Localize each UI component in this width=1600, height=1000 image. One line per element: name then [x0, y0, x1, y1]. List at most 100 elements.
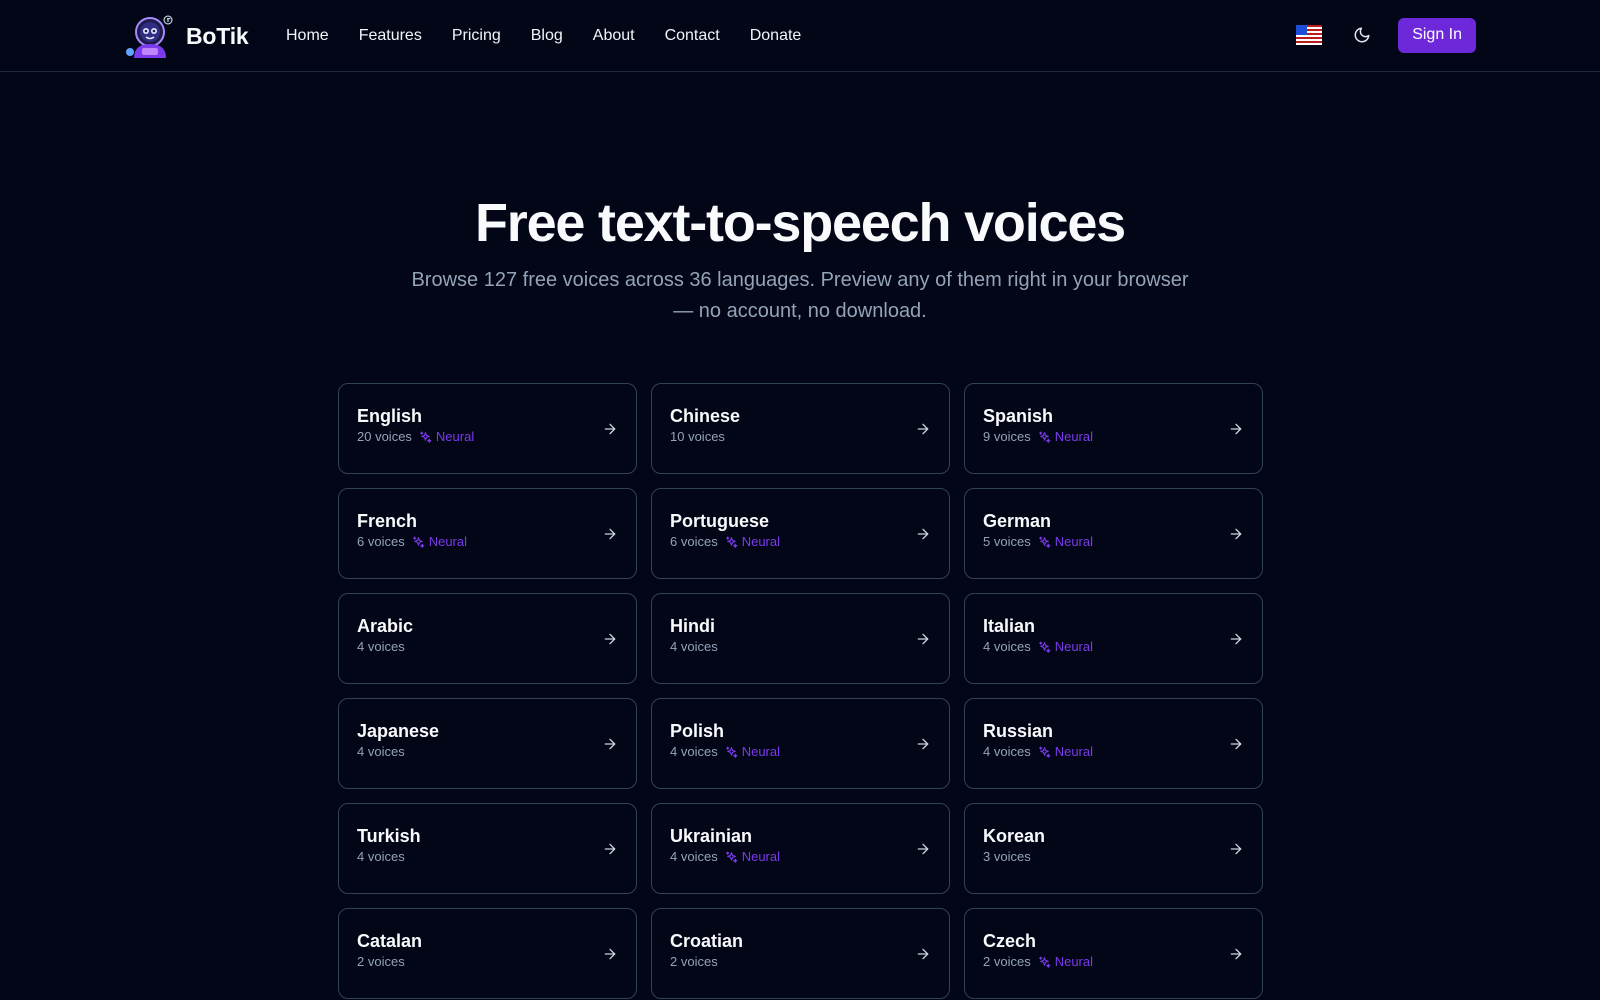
- language-meta: 6 voices Neural: [670, 534, 780, 550]
- language-card-german[interactable]: German 5 voices Neural: [964, 488, 1263, 579]
- voice-count: 6 voices: [357, 534, 405, 549]
- sign-in-button[interactable]: Sign In: [1398, 17, 1476, 53]
- language-meta: 20 voices Neural: [357, 429, 474, 445]
- neural-label: Neural: [741, 744, 780, 759]
- arrow-right-icon: [1230, 633, 1242, 645]
- nav-link-blog[interactable]: Blog: [516, 23, 578, 49]
- arrow-right-icon: [917, 633, 929, 645]
- language-grid: English 20 voices Neural Chinese 10 voices Sp…: [338, 383, 1263, 999]
- voice-count: 3 voices: [983, 849, 1031, 864]
- arrow-right-icon: [1230, 843, 1242, 855]
- neural-label: Neural: [1054, 429, 1093, 444]
- language-card-turkish[interactable]: Turkish 4 voices: [338, 803, 637, 894]
- arrow-right-icon: [1230, 423, 1242, 435]
- language-name: French: [357, 511, 418, 531]
- arrow-right-icon: [604, 528, 616, 540]
- neural-badge: Neural: [725, 849, 780, 865]
- arrow-right-icon: [604, 738, 616, 750]
- voice-count: 4 voices: [983, 744, 1031, 759]
- language-meta: 4 voices Neural: [983, 639, 1093, 655]
- language-card-croatian[interactable]: Croatian 2 voices: [651, 908, 950, 999]
- neural-label: Neural: [741, 849, 780, 864]
- us-flag-icon[interactable]: [1296, 25, 1323, 45]
- page-title: Free text-to-speech voices: [474, 193, 1126, 253]
- sparkles-icon: [725, 536, 738, 548]
- language-name: Italian: [983, 616, 1036, 636]
- language-name: Korean: [983, 826, 1046, 846]
- top-navbar: BoTik Home Features Pricing Blog About C…: [0, 0, 1600, 72]
- arrow-right-icon: [917, 843, 929, 855]
- language-meta: 10 voices: [670, 429, 725, 445]
- nav-link-pricing[interactable]: Pricing: [437, 23, 516, 49]
- neural-badge: Neural: [419, 429, 474, 445]
- language-meta: 2 voices: [670, 954, 718, 970]
- moon-icon: [1354, 27, 1370, 43]
- page-subtitle: Browse 127 free voices across 36 languag…: [411, 269, 1189, 322]
- language-card-japanese[interactable]: Japanese 4 voices: [338, 698, 637, 789]
- language-card-english[interactable]: English 20 voices Neural: [338, 383, 637, 474]
- language-card-russian[interactable]: Russian 4 voices Neural: [964, 698, 1263, 789]
- nav-link-contact[interactable]: Contact: [650, 23, 735, 49]
- language-card-french[interactable]: French 6 voices Neural: [338, 488, 637, 579]
- sparkles-icon: [1038, 746, 1051, 758]
- language-name: Ukrainian: [670, 826, 753, 846]
- language-card-polish[interactable]: Polish 4 voices Neural: [651, 698, 950, 789]
- voice-count: 6 voices: [670, 534, 718, 549]
- neural-badge: Neural: [1038, 429, 1093, 445]
- neural-label: Neural: [435, 429, 475, 444]
- neural-label: Neural: [1054, 954, 1093, 969]
- language-card-spanish[interactable]: Spanish 9 voices Neural: [964, 383, 1263, 474]
- neural-badge: Neural: [1038, 534, 1093, 550]
- voice-count: 2 voices: [670, 954, 718, 969]
- neural-label: Neural: [1054, 534, 1093, 549]
- nav-link-about[interactable]: About: [578, 23, 650, 49]
- theme-toggle-button[interactable]: [1344, 17, 1380, 53]
- sparkles-icon: [412, 536, 425, 548]
- language-meta: 2 voices Neural: [983, 954, 1093, 970]
- arrow-right-icon: [604, 423, 616, 435]
- language-meta: 4 voices Neural: [670, 849, 780, 865]
- voice-count: 4 voices: [357, 744, 405, 759]
- language-meta: 4 voices: [357, 849, 405, 865]
- arrow-right-icon: [917, 738, 929, 750]
- voice-count: 4 voices: [670, 744, 718, 759]
- voice-count: 4 voices: [983, 639, 1031, 654]
- sparkles-icon: [1038, 536, 1051, 548]
- language-meta: 5 voices Neural: [983, 534, 1093, 550]
- language-card-czech[interactable]: Czech 2 voices Neural: [964, 908, 1263, 999]
- language-card-hindi[interactable]: Hindi 4 voices: [651, 593, 950, 684]
- voice-count: 4 voices: [670, 849, 718, 864]
- language-meta: 3 voices: [983, 849, 1031, 865]
- neural-badge: Neural: [1038, 639, 1093, 655]
- brand-home-link[interactable]: BoTik: [124, 10, 249, 62]
- language-card-chinese[interactable]: Chinese 10 voices: [651, 383, 950, 474]
- nav-link-home[interactable]: Home: [271, 23, 344, 49]
- language-meta: 4 voices Neural: [983, 744, 1093, 760]
- language-card-korean[interactable]: Korean 3 voices: [964, 803, 1263, 894]
- language-name: Japanese: [357, 721, 440, 741]
- neural-label: Neural: [741, 534, 780, 549]
- neural-label: Neural: [1054, 744, 1093, 759]
- nav-link-donate[interactable]: Donate: [735, 23, 817, 49]
- nav-actions: Sign In: [1296, 17, 1476, 53]
- neural-label: Neural: [1054, 639, 1093, 654]
- arrow-right-icon: [917, 528, 929, 540]
- language-card-catalan[interactable]: Catalan 2 voices: [338, 908, 637, 999]
- language-name: Catalan: [357, 931, 423, 951]
- language-name: Arabic: [357, 616, 414, 636]
- language-name: German: [983, 511, 1052, 531]
- language-card-portuguese[interactable]: Portuguese 6 voices Neural: [651, 488, 950, 579]
- language-card-arabic[interactable]: Arabic 4 voices: [338, 593, 637, 684]
- voice-count: 2 voices: [983, 954, 1031, 969]
- neural-badge: Neural: [412, 534, 467, 550]
- sparkles-icon: [420, 431, 432, 443]
- language-card-italian[interactable]: Italian 4 voices Neural: [964, 593, 1263, 684]
- voice-count: 9 voices: [983, 429, 1031, 444]
- nav-link-features[interactable]: Features: [344, 23, 437, 49]
- language-name: Hindi: [670, 616, 715, 636]
- language-card-ukrainian[interactable]: Ukrainian 4 voices Neural: [651, 803, 950, 894]
- language-name: Croatian: [670, 931, 744, 951]
- neural-badge: Neural: [725, 744, 780, 760]
- sparkles-icon: [725, 851, 738, 863]
- arrow-right-icon: [1230, 948, 1242, 960]
